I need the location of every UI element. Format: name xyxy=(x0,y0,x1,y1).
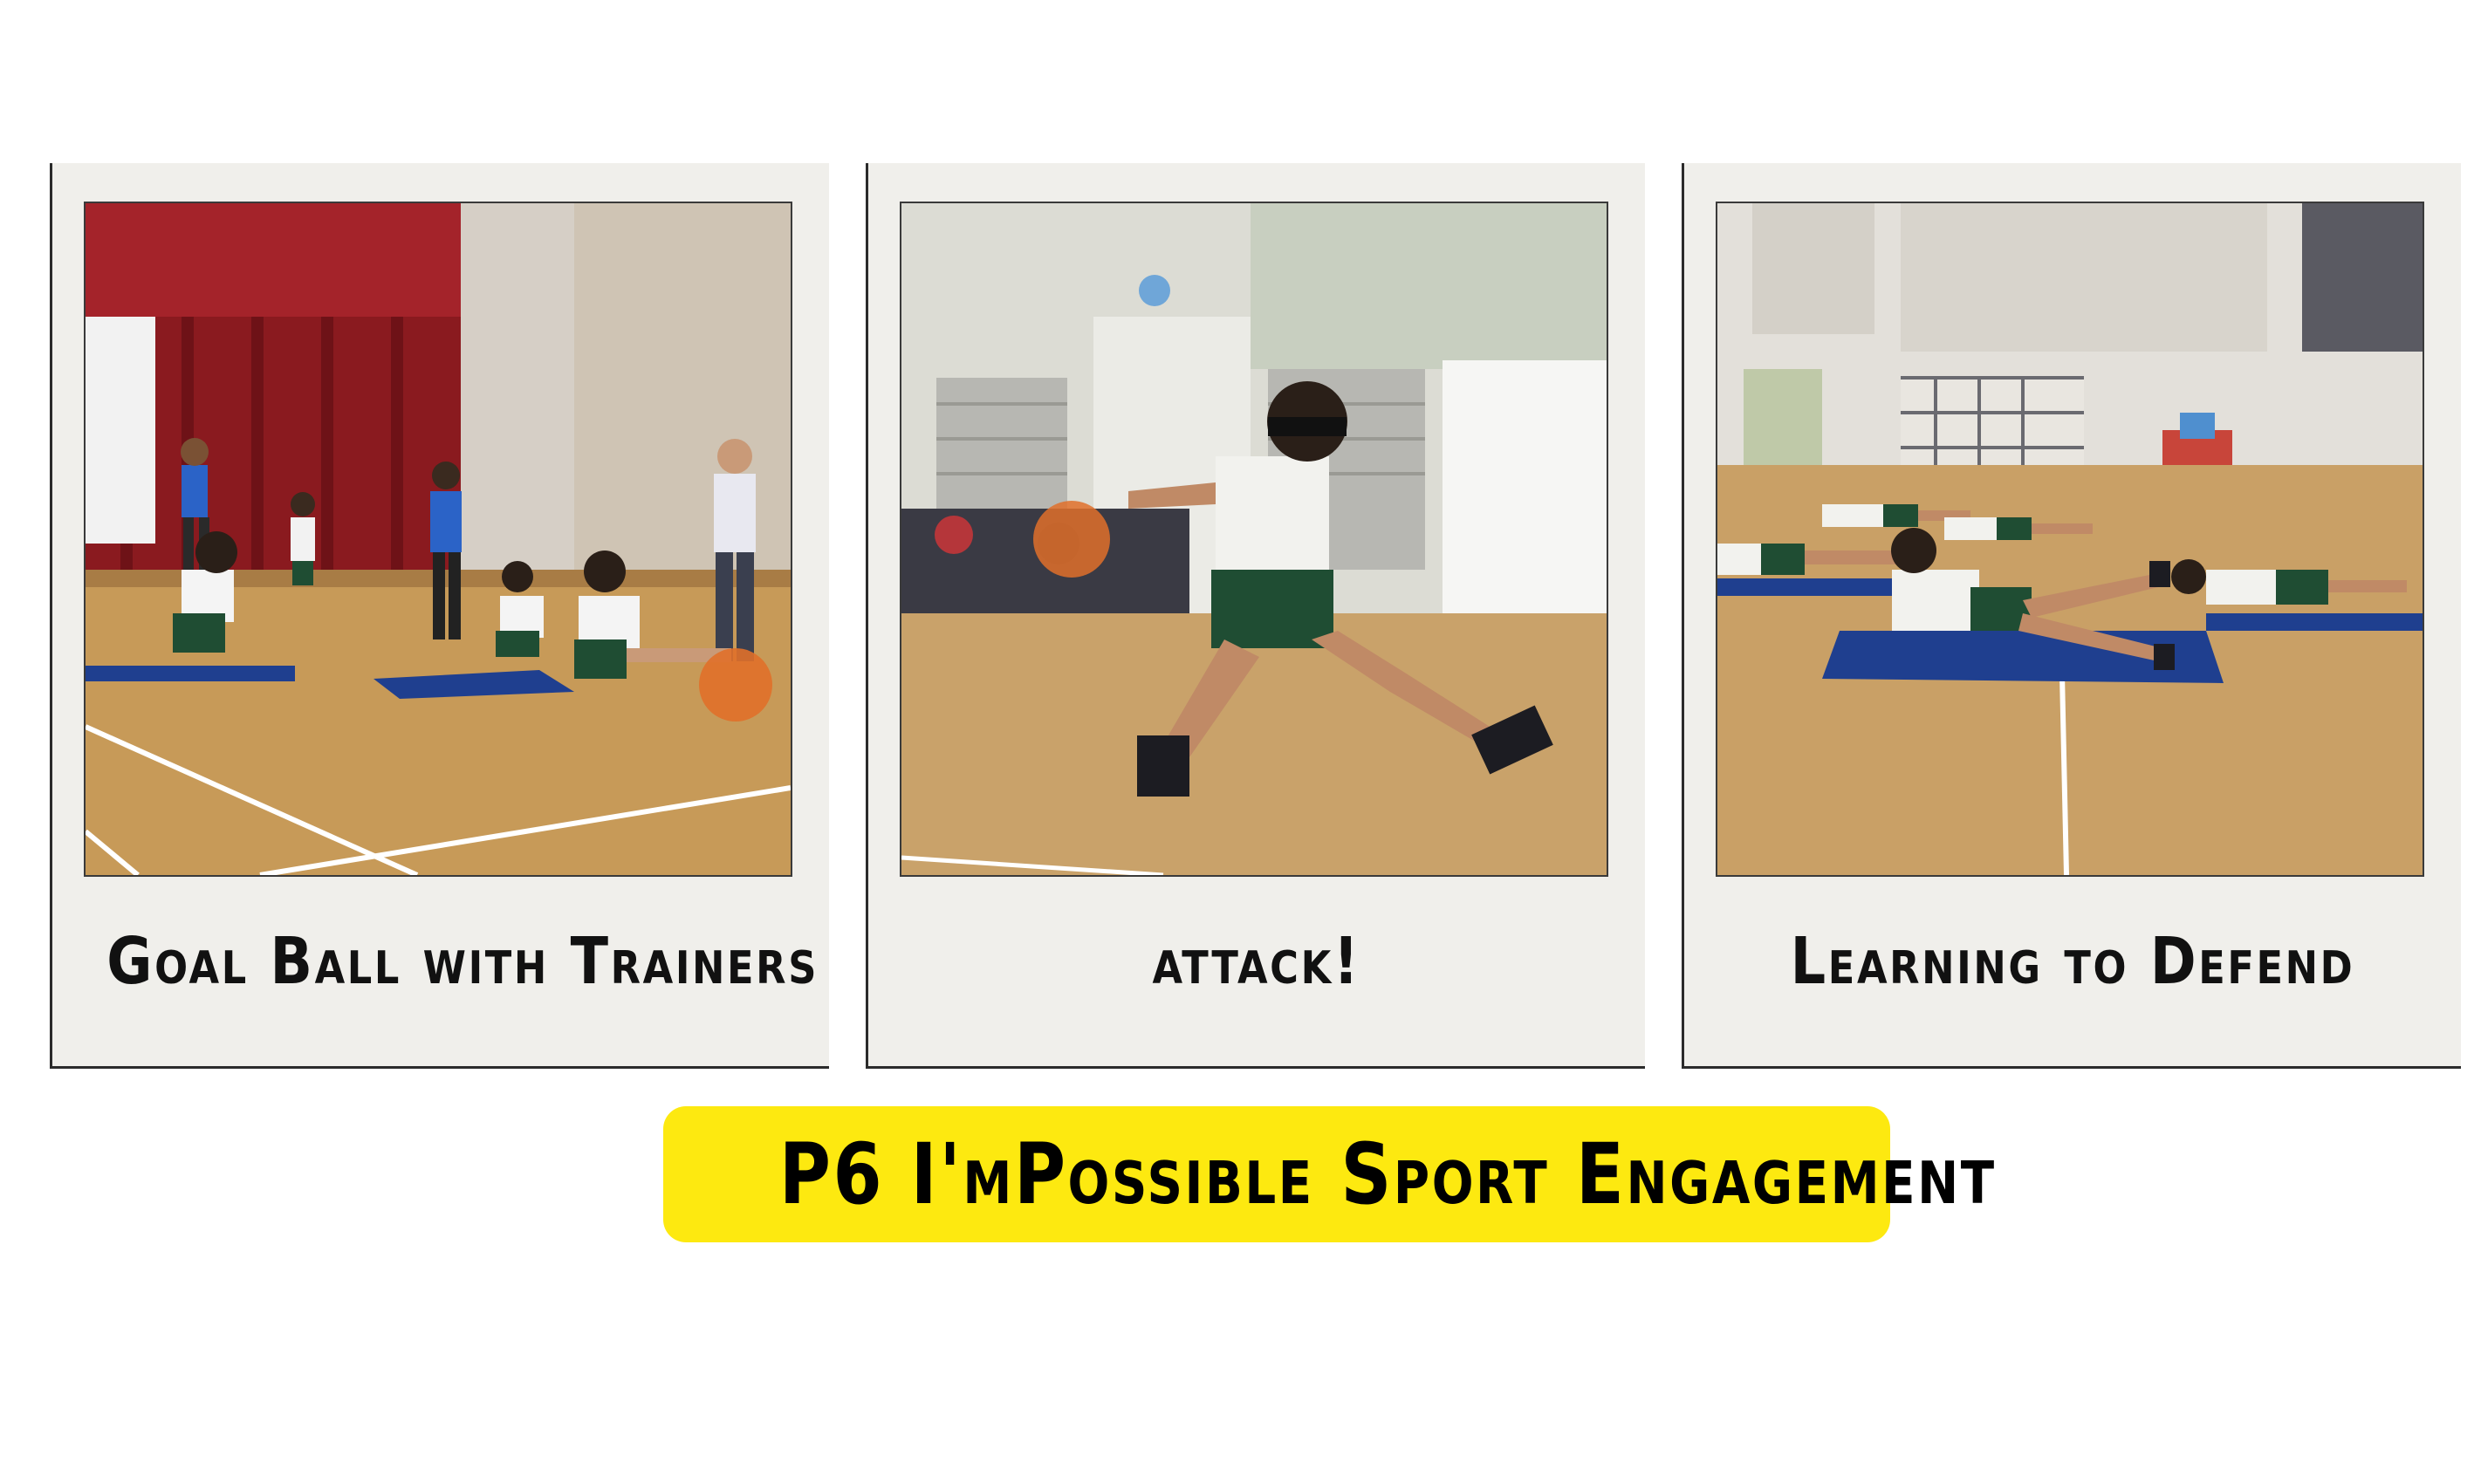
photo-card-attack: attack! xyxy=(866,163,1645,1069)
defend-photo-icon xyxy=(1717,203,2423,875)
attack-photo xyxy=(901,203,1607,875)
goalball-trainers-photo-icon xyxy=(86,203,791,875)
goalball-trainers-photo xyxy=(86,203,791,875)
photo-card-goalball: Goal Ball with Trainers xyxy=(50,163,829,1069)
defend-photo xyxy=(1717,203,2423,875)
caption-goalball: Goal Ball with Trainers xyxy=(106,924,819,999)
caption-attack: attack! xyxy=(1152,924,1361,999)
title-banner: P6 I'mPossible Sport Engagement xyxy=(663,1106,1994,1242)
banner-title: P6 I'mPossible Sport Engagement xyxy=(778,1125,1997,1223)
photo-card-defend: Learning to Defend xyxy=(1682,163,2461,1069)
attack-photo-icon xyxy=(901,203,1607,875)
caption-defend: Learning to Defend xyxy=(1790,924,2355,999)
